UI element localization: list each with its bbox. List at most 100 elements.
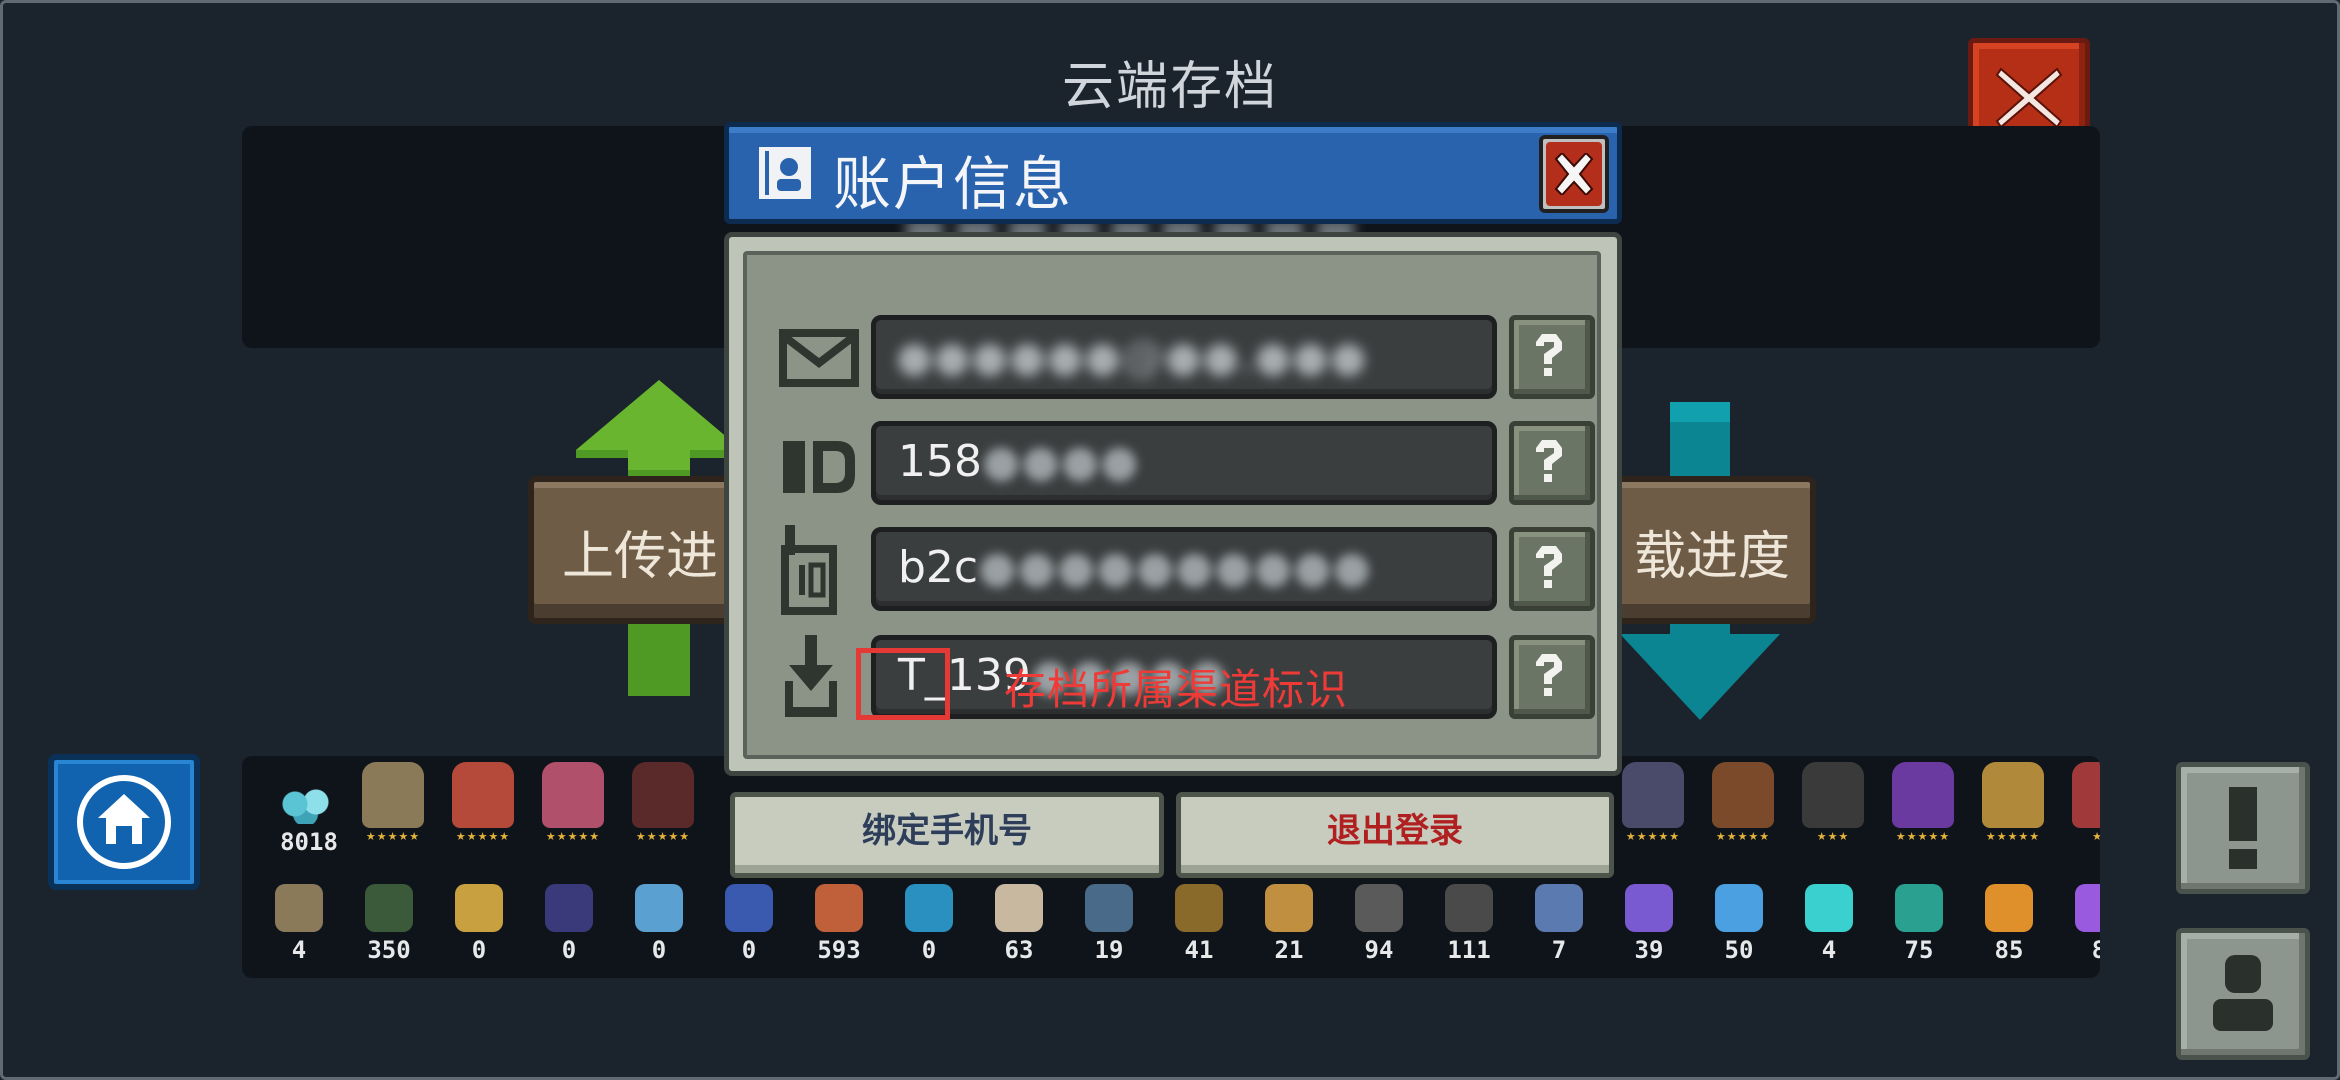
cyan-orb-icon (905, 884, 953, 932)
user-id-value: 158 (898, 436, 982, 487)
modal-close-button[interactable] (1539, 135, 1609, 213)
horn-icon (1175, 884, 1223, 932)
item-slot[interactable]: 0 (704, 880, 794, 964)
channel-help-button[interactable] (1509, 635, 1595, 719)
question-icon (1536, 334, 1562, 376)
item-slot[interactable]: 8 (2054, 880, 2100, 964)
blue-shard-icon (1715, 884, 1763, 932)
item-count: 0 (651, 936, 667, 964)
fish-icon (1265, 884, 1313, 932)
gem-icon (274, 784, 344, 824)
berserker-icon (1712, 762, 1774, 828)
item-slot[interactable]: 19 (1064, 880, 1154, 964)
character-slot[interactable]: ★★ (2058, 756, 2100, 843)
item-count: 41 (1184, 936, 1214, 964)
character-slot[interactable]: ★★★ (1788, 756, 1878, 843)
assassin-icon (632, 762, 694, 828)
feather-icon (275, 884, 323, 932)
character-slot[interactable]: ★★★★★ (1698, 756, 1788, 843)
rogue-icon (452, 762, 514, 828)
character-slot[interactable]: ★★★★★ (1878, 756, 1968, 843)
profile-button[interactable] (2176, 928, 2310, 1060)
item-count: 0 (741, 936, 757, 964)
modal-title: 账户信息 (833, 150, 1074, 218)
item-slot[interactable]: 21 (1244, 880, 1334, 964)
item-count: 50 (1724, 936, 1754, 964)
id-help-button[interactable] (1509, 421, 1595, 505)
orange-shard-icon (1985, 884, 2033, 932)
item-slot[interactable]: 39 (1604, 880, 1694, 964)
character-stars: ★★★★★ (1715, 830, 1771, 843)
taoist-icon (1802, 762, 1864, 828)
gem-cluster-icon (725, 884, 773, 932)
user-id-value-blurred: ●●●● (981, 436, 1140, 487)
account-book-icon (759, 147, 811, 199)
account-id-field: b2c●●●●●●●●●● (871, 527, 1497, 611)
gear-icon (1355, 884, 1403, 932)
ore-icon (1445, 884, 1493, 932)
character-stars: ★★★★★ (545, 830, 601, 843)
violet-shard-icon (2075, 884, 2100, 932)
character-slot[interactable]: ★★★★★ (438, 756, 528, 843)
account-help-button[interactable] (1509, 527, 1595, 611)
character-slot[interactable]: ★★★★★ (1968, 756, 2058, 843)
alert-icon (2229, 787, 2257, 869)
character-slot[interactable]: ★★★★★ (618, 756, 708, 843)
item-slot[interactable]: 4 (254, 880, 344, 964)
email-help-button[interactable] (1509, 315, 1595, 399)
item-slot[interactable]: 350 (344, 880, 434, 964)
item-slot[interactable]: 50 (1694, 880, 1784, 964)
item-slot[interactable]: 593 (794, 880, 884, 964)
item-slot[interactable]: 0 (614, 880, 704, 964)
item-count: 0 (561, 936, 577, 964)
meat-icon (815, 884, 863, 932)
dark-tome-icon (545, 884, 593, 932)
item-slot[interactable]: 0 (884, 880, 974, 964)
cart-icon (365, 884, 413, 932)
chillyroom-logo-button[interactable] (48, 754, 200, 890)
werewolf-icon (1622, 762, 1684, 828)
item-slot[interactable]: 0 (434, 880, 524, 964)
purple-shard-icon (1625, 884, 1673, 932)
account-id-value: b2c (898, 542, 979, 593)
witch-icon (1892, 762, 1954, 828)
item-row: 4 350 0 0 0 0 593 0 63 19 41 21 94 111 7… (242, 874, 2100, 978)
character-slot[interactable]: ★★★★★ (348, 756, 438, 843)
id-icon (783, 441, 855, 493)
item-slot[interactable]: 4 (1784, 880, 1874, 964)
download-progress-label: 载进度 (1633, 527, 1790, 587)
email-field: ●●●●●●@●●.●●● (871, 315, 1497, 399)
account-info-header: 账户信息 (724, 122, 1622, 224)
annotation-label: 存档所属渠道标识 (1004, 665, 1349, 714)
character-slot[interactable]: ★★★★★ (528, 756, 618, 843)
item-count: 85 (1994, 936, 2024, 964)
item-slot[interactable]: 111 (1424, 880, 1514, 964)
bind-phone-button[interactable]: 绑定手机号 (730, 792, 1164, 878)
item-slot[interactable]: 0 (524, 880, 614, 964)
character-stars: ★★★★★ (365, 830, 421, 843)
item-slot[interactable]: 7 (1514, 880, 1604, 964)
engineer-icon (1982, 762, 2044, 828)
item-slot[interactable]: 85 (1964, 880, 2054, 964)
elf-icon (2072, 762, 2100, 828)
download-channel-icon (785, 635, 837, 717)
question-icon (1536, 440, 1562, 482)
download-progress-button[interactable]: 载进度 (1608, 476, 1816, 624)
profile-icon (2213, 955, 2273, 1031)
item-count: 7 (1551, 936, 1567, 964)
item-count: 111 (1447, 936, 1491, 964)
item-slot[interactable]: 75 (1874, 880, 1964, 964)
logout-button[interactable]: 退出登录 (1176, 792, 1614, 878)
close-icon (1554, 153, 1594, 195)
item-count: 0 (471, 936, 487, 964)
item-count: 94 (1364, 936, 1394, 964)
item-count: 8 (2091, 936, 2100, 964)
chillyroom-logo-icon (77, 775, 171, 869)
item-count: 19 (1094, 936, 1124, 964)
item-slot[interactable]: 41 (1154, 880, 1244, 964)
item-slot[interactable]: 94 (1334, 880, 1424, 964)
alert-button[interactable] (2176, 762, 2310, 894)
item-count: 593 (817, 936, 861, 964)
item-slot[interactable]: 63 (974, 880, 1064, 964)
character-stars: ★★★★★ (1985, 830, 2041, 843)
